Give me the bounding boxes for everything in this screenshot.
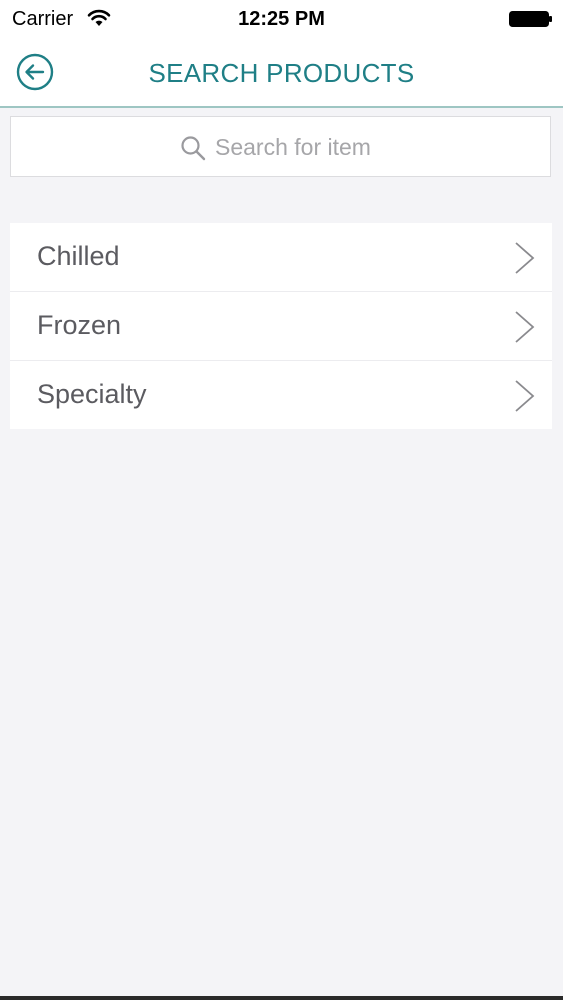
- list-item-frozen[interactable]: Frozen: [10, 292, 552, 361]
- list-item-label: Chilled: [37, 241, 120, 271]
- chevron-right-icon: [515, 242, 535, 274]
- chevron-right-icon: [515, 311, 535, 343]
- page-title: SEARCH PRODUCTS: [148, 58, 415, 88]
- list-item-label: Specialty: [37, 379, 147, 409]
- clock: 12:25 PM: [238, 8, 325, 30]
- screen-bottom-edge: [0, 996, 563, 1000]
- search-icon: [181, 136, 206, 161]
- list-item-chilled[interactable]: Chilled: [10, 223, 552, 292]
- status-bar: Carrier 12:25 PM: [0, 0, 563, 38]
- search-bar: [10, 116, 551, 177]
- list-item-specialty[interactable]: Specialty: [10, 361, 552, 429]
- search-input[interactable]: [215, 129, 455, 165]
- navigation-bar: SEARCH PRODUCTS: [0, 38, 563, 108]
- list-item-label: Frozen: [37, 310, 122, 340]
- battery-icon: [509, 11, 552, 27]
- category-list: Chilled Frozen Specialty: [10, 223, 552, 429]
- chevron-right-icon: [515, 380, 535, 412]
